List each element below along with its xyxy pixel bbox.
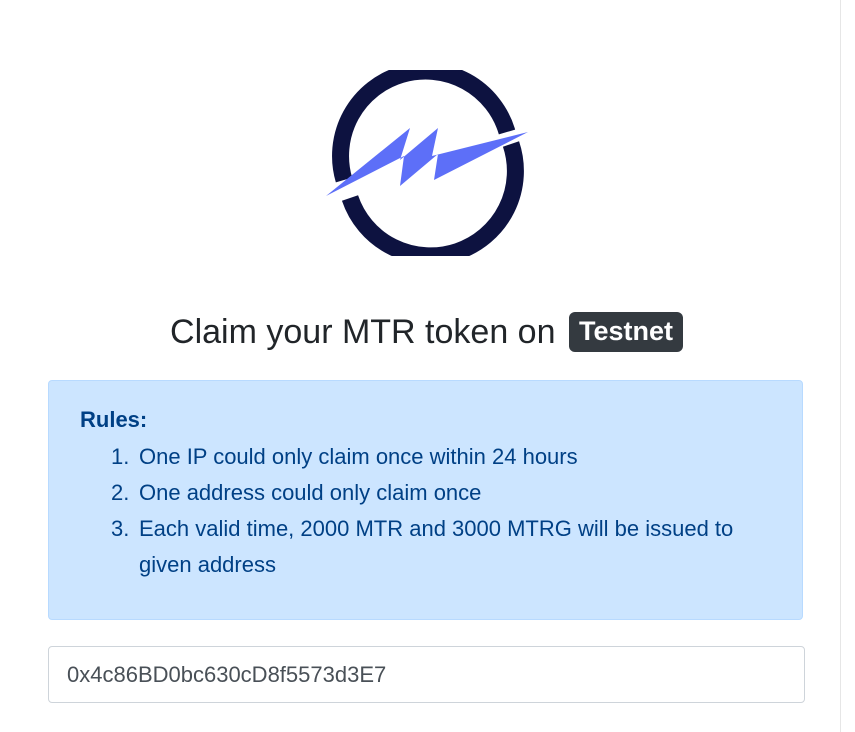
meter-lightning-logo-icon (326, 70, 528, 256)
rule-number: 2. (111, 480, 130, 505)
wallet-address-input[interactable] (48, 646, 805, 703)
rules-title: Rules: (80, 407, 148, 432)
rule-text: One IP could only claim once within 24 h… (139, 444, 578, 469)
rule-item: 2. One address could only claim once (111, 475, 781, 511)
rules-alert: Rules: 1. One IP could only claim once w… (48, 380, 803, 620)
rule-item: 1. One IP could only claim once within 2… (111, 439, 781, 475)
rule-number: 3. (111, 516, 130, 541)
rule-text: Each valid time, 2000 MTR and 3000 MTRG … (139, 516, 734, 577)
scrollbar[interactable] (840, 0, 855, 732)
rule-item: 3. Each valid time, 2000 MTR and 3000 MT… (111, 511, 781, 583)
faucet-page: Claim your MTR token on Testnet Rules: 1… (0, 0, 855, 732)
page-title: Claim your MTR token on Testnet (0, 310, 853, 354)
rules-list: 1. One IP could only claim once within 2… (111, 439, 781, 583)
rule-number: 1. (111, 444, 130, 469)
network-badge: Testnet (568, 312, 683, 352)
page-title-text: Claim your MTR token on (170, 313, 556, 351)
rule-text: One address could only claim once (139, 480, 482, 505)
